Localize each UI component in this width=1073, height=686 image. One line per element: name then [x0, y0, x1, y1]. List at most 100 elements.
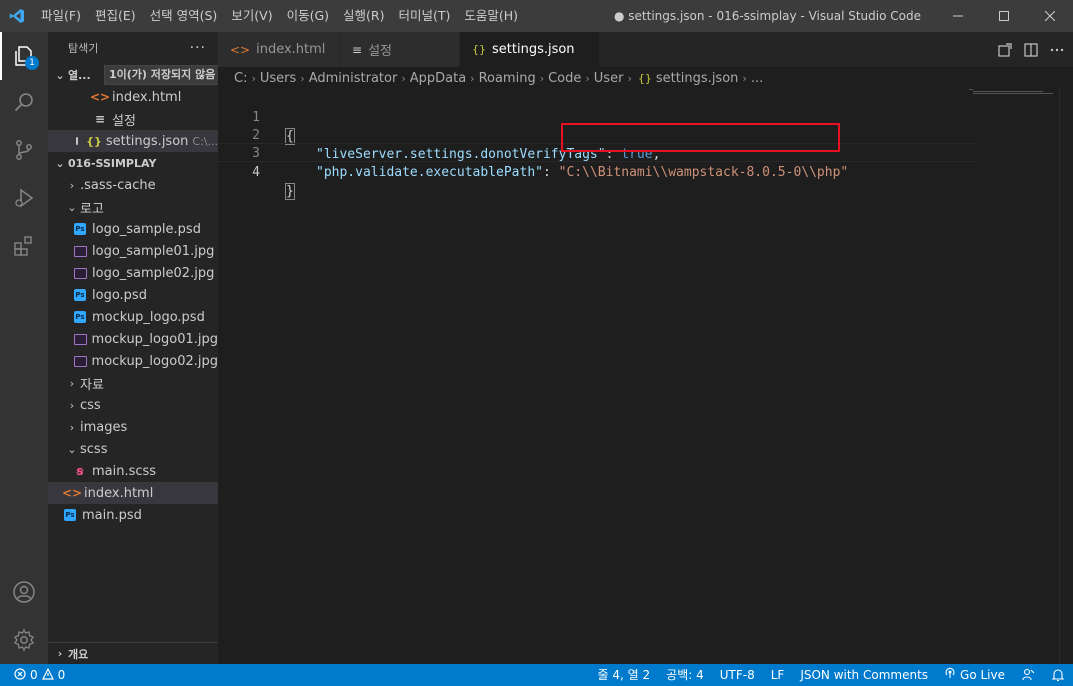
close-button[interactable]: [1027, 0, 1073, 32]
breadcrumb-item[interactable]: Roaming: [479, 71, 536, 86]
breadcrumb-item[interactable]: User: [594, 71, 624, 86]
breadcrumb-separator-icon: ›: [742, 71, 747, 85]
open-settings-ui-icon[interactable]: [997, 42, 1013, 58]
breadcrumb-separator-icon: ›: [539, 71, 545, 85]
breadcrumb-item[interactable]: Users: [260, 71, 296, 86]
menu-go[interactable]: 이동(G): [280, 0, 336, 32]
minimize-button[interactable]: [935, 0, 981, 32]
unsaved-tooltip: 1이(가) 저장되지 않음: [104, 65, 218, 85]
breadcrumb-item[interactable]: Administrator: [309, 71, 398, 86]
tree-file-main-scss[interactable]: ꞩ main.scss: [48, 460, 218, 482]
extensions-icon[interactable]: [0, 222, 48, 270]
code-line[interactable]: 1 {: [218, 89, 978, 145]
feedback-icon[interactable]: [1013, 664, 1043, 686]
tree-item-label: logo_sample01.jpg: [92, 243, 215, 259]
psd-file-icon: Ps: [64, 509, 76, 521]
tree-file-logo-sample-psd[interactable]: Ps logo_sample.psd: [48, 218, 218, 240]
tree-file-mockup-logo-psd[interactable]: Ps mockup_logo.psd: [48, 306, 218, 328]
highlight-annotation: [561, 123, 840, 152]
explorer-badge: 1: [25, 56, 39, 70]
problems-indicator[interactable]: 0 0: [0, 667, 65, 683]
tree-folder-css[interactable]: › css: [48, 394, 218, 416]
tree-file-mockup-logo01-jpg[interactable]: mockup_logo01.jpg: [48, 328, 218, 350]
window-title: ● settings.json - 016-ssimplay - Visual …: [614, 9, 921, 23]
minimap-line: [973, 93, 1053, 94]
tree-item-label: main.psd: [82, 507, 142, 523]
open-editor-settings[interactable]: ≡ 설정: [48, 108, 218, 130]
go-live-button[interactable]: Go Live: [936, 664, 1013, 686]
open-editor-label: settings.json: [105, 133, 189, 149]
tree-file-logo-psd[interactable]: Ps logo.psd: [48, 284, 218, 306]
breadcrumb-item[interactable]: Code: [548, 71, 581, 86]
chevron-down-icon: ⌄: [55, 68, 65, 82]
notifications-bell-icon[interactable]: [1043, 664, 1073, 686]
unsaved-dot-icon: [76, 137, 79, 145]
menu-selection[interactable]: 선택 영역(S): [143, 0, 225, 32]
indentation[interactable]: 공백: 4: [658, 664, 712, 686]
tree-folder-sass-cache[interactable]: › .sass-cache: [48, 174, 218, 196]
project-section[interactable]: ⌄ 016-SSIMPLAY: [48, 152, 218, 174]
open-editor-settings-json[interactable]: {} settings.json C:\...: [48, 130, 218, 152]
manage-gear-icon[interactable]: [0, 616, 48, 664]
json-value: C:\\Bitnami\\wampstack-8.0.5-0\\php: [566, 165, 841, 180]
tree-item-label: scss: [80, 441, 108, 457]
tree-folder-images[interactable]: › images: [48, 416, 218, 438]
tree-item-label: css: [80, 397, 101, 413]
tree-item-label: logo_sample.psd: [92, 221, 201, 237]
tab-settings[interactable]: ≡ 설정: [340, 32, 460, 67]
menu-help[interactable]: 도움말(H): [457, 0, 525, 32]
code-editor[interactable]: 1 { 2 "liveServer.settings.donotVerifyTa…: [218, 89, 1073, 664]
cursor-position[interactable]: 줄 4, 열 2: [590, 664, 659, 686]
tree-folder-logo[interactable]: ⌄ 로고: [48, 196, 218, 218]
tree-file-logo-sample01-jpg[interactable]: logo_sample01.jpg: [48, 240, 218, 262]
language-mode[interactable]: JSON with Comments: [792, 664, 936, 686]
menu-file[interactable]: 파일(F): [34, 0, 88, 32]
outline-label: 개요: [68, 647, 89, 661]
menu-terminal[interactable]: 터미널(T): [392, 0, 458, 32]
chevron-down-icon: ⌄: [67, 442, 77, 456]
tree-file-logo-sample02-jpg[interactable]: logo_sample02.jpg: [48, 262, 218, 284]
psd-file-icon: Ps: [74, 311, 86, 323]
error-count: 0: [30, 668, 38, 682]
more-actions-icon[interactable]: [1049, 42, 1065, 58]
source-control-icon[interactable]: [0, 126, 48, 174]
open-editor-index-html[interactable]: <> index.html: [48, 86, 218, 108]
outline-section[interactable]: › 개요: [48, 642, 218, 664]
tree-folder-scss[interactable]: ⌄ scss: [48, 438, 218, 460]
html-file-icon: <>: [89, 90, 111, 104]
tab-index-html[interactable]: <> index.html: [218, 32, 340, 67]
open-editors-section[interactable]: ⌄ 열... 1이(가) 저장되지 않음: [48, 64, 218, 86]
explorer-sidebar: 탐색기 ··· ⌄ 열... 1이(가) 저장되지 않음 <> index.ht…: [48, 32, 218, 664]
tree-file-main-psd[interactable]: Ps main.psd: [48, 504, 218, 526]
menu-edit[interactable]: 편집(E): [88, 0, 143, 32]
breadcrumb-item[interactable]: AppData: [410, 71, 466, 86]
broadcast-icon: [944, 664, 956, 686]
minimap-line: [969, 89, 973, 90]
search-icon[interactable]: [0, 78, 48, 126]
tree-item-label: logo.psd: [92, 287, 147, 303]
account-icon[interactable]: [0, 568, 48, 616]
split-editor-icon[interactable]: [1023, 42, 1039, 58]
tree-folder-resources[interactable]: › 자료: [48, 372, 218, 394]
more-actions-icon[interactable]: ···: [190, 40, 206, 56]
vertical-scrollbar[interactable]: [1059, 89, 1073, 664]
maximize-button[interactable]: [981, 0, 1027, 32]
breadcrumb-item[interactable]: settings.json: [656, 71, 739, 86]
tree-file-index-html[interactable]: <> index.html: [48, 482, 218, 504]
tree-file-mockup-logo02-jpg[interactable]: mockup_logo02.jpg: [48, 350, 218, 372]
chevron-down-icon: ⌄: [55, 156, 65, 170]
minimap[interactable]: [969, 89, 1059, 101]
explorer-icon[interactable]: 1: [0, 32, 48, 80]
image-file-icon: [74, 245, 87, 257]
window-controls: [935, 0, 1073, 32]
breadcrumb-item[interactable]: ...: [751, 71, 763, 86]
menu-run[interactable]: 실행(R): [336, 0, 391, 32]
psd-file-icon: Ps: [74, 223, 86, 235]
json-colon: :: [542, 165, 559, 180]
breadcrumb-item[interactable]: C:: [234, 71, 247, 86]
encoding[interactable]: UTF-8: [712, 664, 763, 686]
tab-settings-json[interactable]: {} settings.json: [460, 32, 600, 67]
run-debug-icon[interactable]: [0, 174, 48, 222]
end-of-line[interactable]: LF: [763, 664, 793, 686]
menu-view[interactable]: 보기(V): [224, 0, 279, 32]
